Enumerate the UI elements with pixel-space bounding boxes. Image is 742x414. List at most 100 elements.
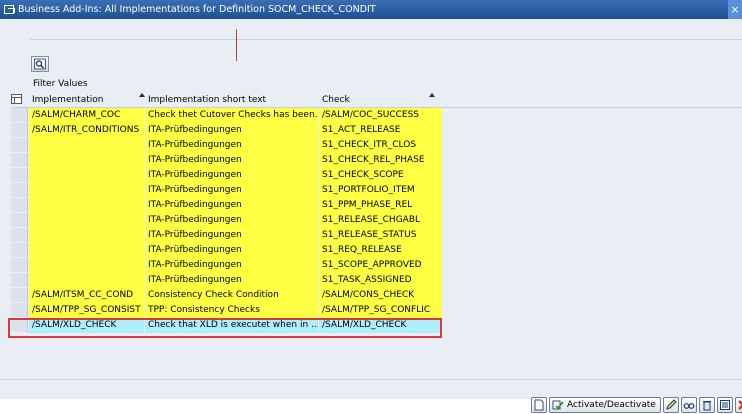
cell-implementation[interactable] (29, 213, 144, 228)
cell-check[interactable]: S1_SCOPE_APPROVED (319, 258, 442, 273)
sort-ascending-icon (139, 93, 145, 97)
list-icon (719, 400, 730, 410)
cell-check[interactable]: S1_CHECK_SCOPE (319, 168, 442, 183)
column-header-short-text[interactable]: Implementation short text (148, 94, 266, 107)
cancel-button[interactable] (734, 397, 742, 413)
cell-implementation[interactable]: /SALM/ITSM_CC_COND (29, 288, 144, 303)
cell-implementation[interactable] (29, 168, 144, 183)
cancel-icon (737, 400, 742, 410)
activate-deactivate-label: Activate/Deactivate (567, 400, 656, 410)
table-row[interactable]: /SALM/ITR_CONDITIONS ITA-Prüfbedingungen S… (11, 123, 742, 138)
row-selector[interactable] (11, 228, 28, 243)
cell-short-text[interactable]: ITA-Prüfbedingungen (145, 273, 318, 288)
filter-icon (34, 58, 46, 70)
table-header: Implementation Implementation short text… (11, 93, 742, 108)
details-button[interactable] (716, 397, 733, 413)
sort-ascending-icon (429, 93, 435, 97)
cell-check[interactable]: S1_PPM_PHASE_REL (319, 198, 442, 213)
cell-short-text[interactable]: ITA-Prüfbedingungen (145, 168, 318, 183)
cell-short-text[interactable]: ITA-Prüfbedingungen (145, 198, 318, 213)
cell-check[interactable]: /SALM/COC_SUCCESS (319, 108, 442, 123)
filter-values-label: Filter Values (33, 79, 88, 89)
glasses-icon (683, 403, 695, 409)
column-header-implementation[interactable]: Implementation (32, 94, 103, 107)
cell-implementation[interactable] (29, 153, 144, 168)
cell-check[interactable]: /SALM/TPP_SG_CONFLIC (319, 303, 442, 318)
table-row[interactable]: /SALM/TPP_SG_CONSIST TPP: Consistency Che… (11, 303, 742, 318)
annotation-line (236, 29, 237, 61)
row-selector[interactable] (11, 273, 28, 288)
footer-divider (0, 379, 742, 380)
table-row[interactable]: ITA-Prüfbedingungen S1_CHECK_ITR_CLOS (11, 138, 742, 153)
row-selector[interactable] (11, 258, 28, 273)
cell-short-text[interactable]: ITA-Prüfbedingungen (145, 123, 318, 138)
window-title: Business Add-Ins: All Implementations fo… (18, 4, 376, 15)
delete-button[interactable] (698, 397, 715, 413)
cell-implementation[interactable] (29, 183, 144, 198)
cell-check[interactable]: S1_ACT_RELEASE (319, 123, 442, 138)
row-selector[interactable] (11, 303, 28, 318)
table-row[interactable]: ITA-Prüfbedingungen S1_PPM_PHASE_REL (11, 198, 742, 213)
table-row[interactable]: ITA-Prüfbedingungen S1_RELEASE_STATUS (11, 228, 742, 243)
cell-implementation[interactable]: /SALM/TPP_SG_CONSIST (29, 303, 144, 318)
row-selector[interactable] (11, 108, 28, 123)
cell-short-text[interactable]: ITA-Prüfbedingungen (145, 228, 318, 243)
cell-implementation[interactable]: /SALM/ITR_CONDITIONS (29, 123, 144, 138)
cell-short-text[interactable]: ITA-Prüfbedingungen (145, 243, 318, 258)
layout-icon[interactable] (11, 94, 22, 104)
cell-short-text[interactable]: Check thet Cutover Checks has been... (145, 108, 318, 123)
dialog-body: Filter Values Implementation Implementat… (0, 19, 742, 413)
table-row[interactable]: ITA-Prüfbedingungen S1_RELEASE_CHGABL (11, 213, 742, 228)
table-row[interactable]: ITA-Prüfbedingungen S1_CHECK_SCOPE (11, 168, 742, 183)
cell-implementation[interactable] (29, 243, 144, 258)
cell-check[interactable]: S1_PORTFOLIO_ITEM (319, 183, 442, 198)
table-row[interactable]: /SALM/CHARM_COC Check thet Cutover Checks… (11, 108, 742, 123)
cell-check[interactable]: S1_REQ_RELEASE (319, 243, 442, 258)
row-selector[interactable] (11, 288, 28, 303)
row-selector[interactable] (11, 168, 28, 183)
trash-icon (702, 401, 711, 411)
cell-implementation[interactable] (29, 258, 144, 273)
table-row[interactable]: ITA-Prüfbedingungen S1_TASK_ASSIGNED (11, 273, 742, 288)
cell-implementation[interactable] (29, 198, 144, 213)
close-button[interactable]: × (728, 0, 742, 19)
cell-implementation[interactable]: /SALM/CHARM_COC (29, 108, 144, 123)
window-icon (4, 5, 15, 14)
cell-check[interactable]: S1_RELEASE_CHGABL (319, 213, 442, 228)
cell-check[interactable]: S1_CHECK_REL_PHASE (319, 153, 442, 168)
new-button[interactable] (531, 397, 547, 413)
cell-implementation[interactable] (29, 138, 144, 153)
table-row[interactable]: ITA-Prüfbedingungen S1_CHECK_REL_PHASE (11, 153, 742, 168)
cell-short-text[interactable]: TPP: Consistency Checks (145, 303, 318, 318)
filter-button[interactable] (31, 56, 49, 72)
row-selector[interactable] (11, 153, 28, 168)
row-selector[interactable] (11, 138, 28, 153)
table-row[interactable]: ITA-Prüfbedingungen S1_SCOPE_APPROVED (11, 258, 742, 273)
table-row[interactable]: /SALM/ITSM_CC_COND Consistency Check Cond… (11, 288, 742, 303)
cell-implementation[interactable] (29, 228, 144, 243)
column-header-check[interactable]: Check (322, 94, 350, 107)
cell-check[interactable]: /SALM/CONS_CHECK (319, 288, 442, 303)
display-button[interactable] (680, 397, 697, 413)
cell-short-text[interactable]: ITA-Prüfbedingungen (145, 258, 318, 273)
table-row[interactable]: ITA-Prüfbedingungen S1_PORTFOLIO_ITEM (11, 183, 742, 198)
pencil-icon (666, 399, 677, 410)
row-selector[interactable] (11, 213, 28, 228)
activate-deactivate-button[interactable]: Activate/Deactivate (549, 397, 661, 413)
cell-short-text[interactable]: ITA-Prüfbedingungen (145, 138, 318, 153)
row-selector[interactable] (11, 243, 28, 258)
change-button[interactable] (662, 397, 679, 413)
cell-short-text[interactable]: Consistency Check Condition (145, 288, 318, 303)
cell-short-text[interactable]: ITA-Prüfbedingungen (145, 213, 318, 228)
cell-short-text[interactable]: ITA-Prüfbedingungen (145, 153, 318, 168)
cell-implementation[interactable] (29, 273, 144, 288)
cell-check[interactable]: S1_CHECK_ITR_CLOS (319, 138, 442, 153)
cell-check[interactable]: S1_TASK_ASSIGNED (319, 273, 442, 288)
new-document-icon (534, 399, 544, 411)
cell-check[interactable]: S1_RELEASE_STATUS (319, 228, 442, 243)
row-selector[interactable] (11, 123, 28, 138)
row-selector[interactable] (11, 183, 28, 198)
cell-short-text[interactable]: ITA-Prüfbedingungen (145, 183, 318, 198)
table-row[interactable]: ITA-Prüfbedingungen S1_REQ_RELEASE (11, 243, 742, 258)
row-selector[interactable] (11, 198, 28, 213)
